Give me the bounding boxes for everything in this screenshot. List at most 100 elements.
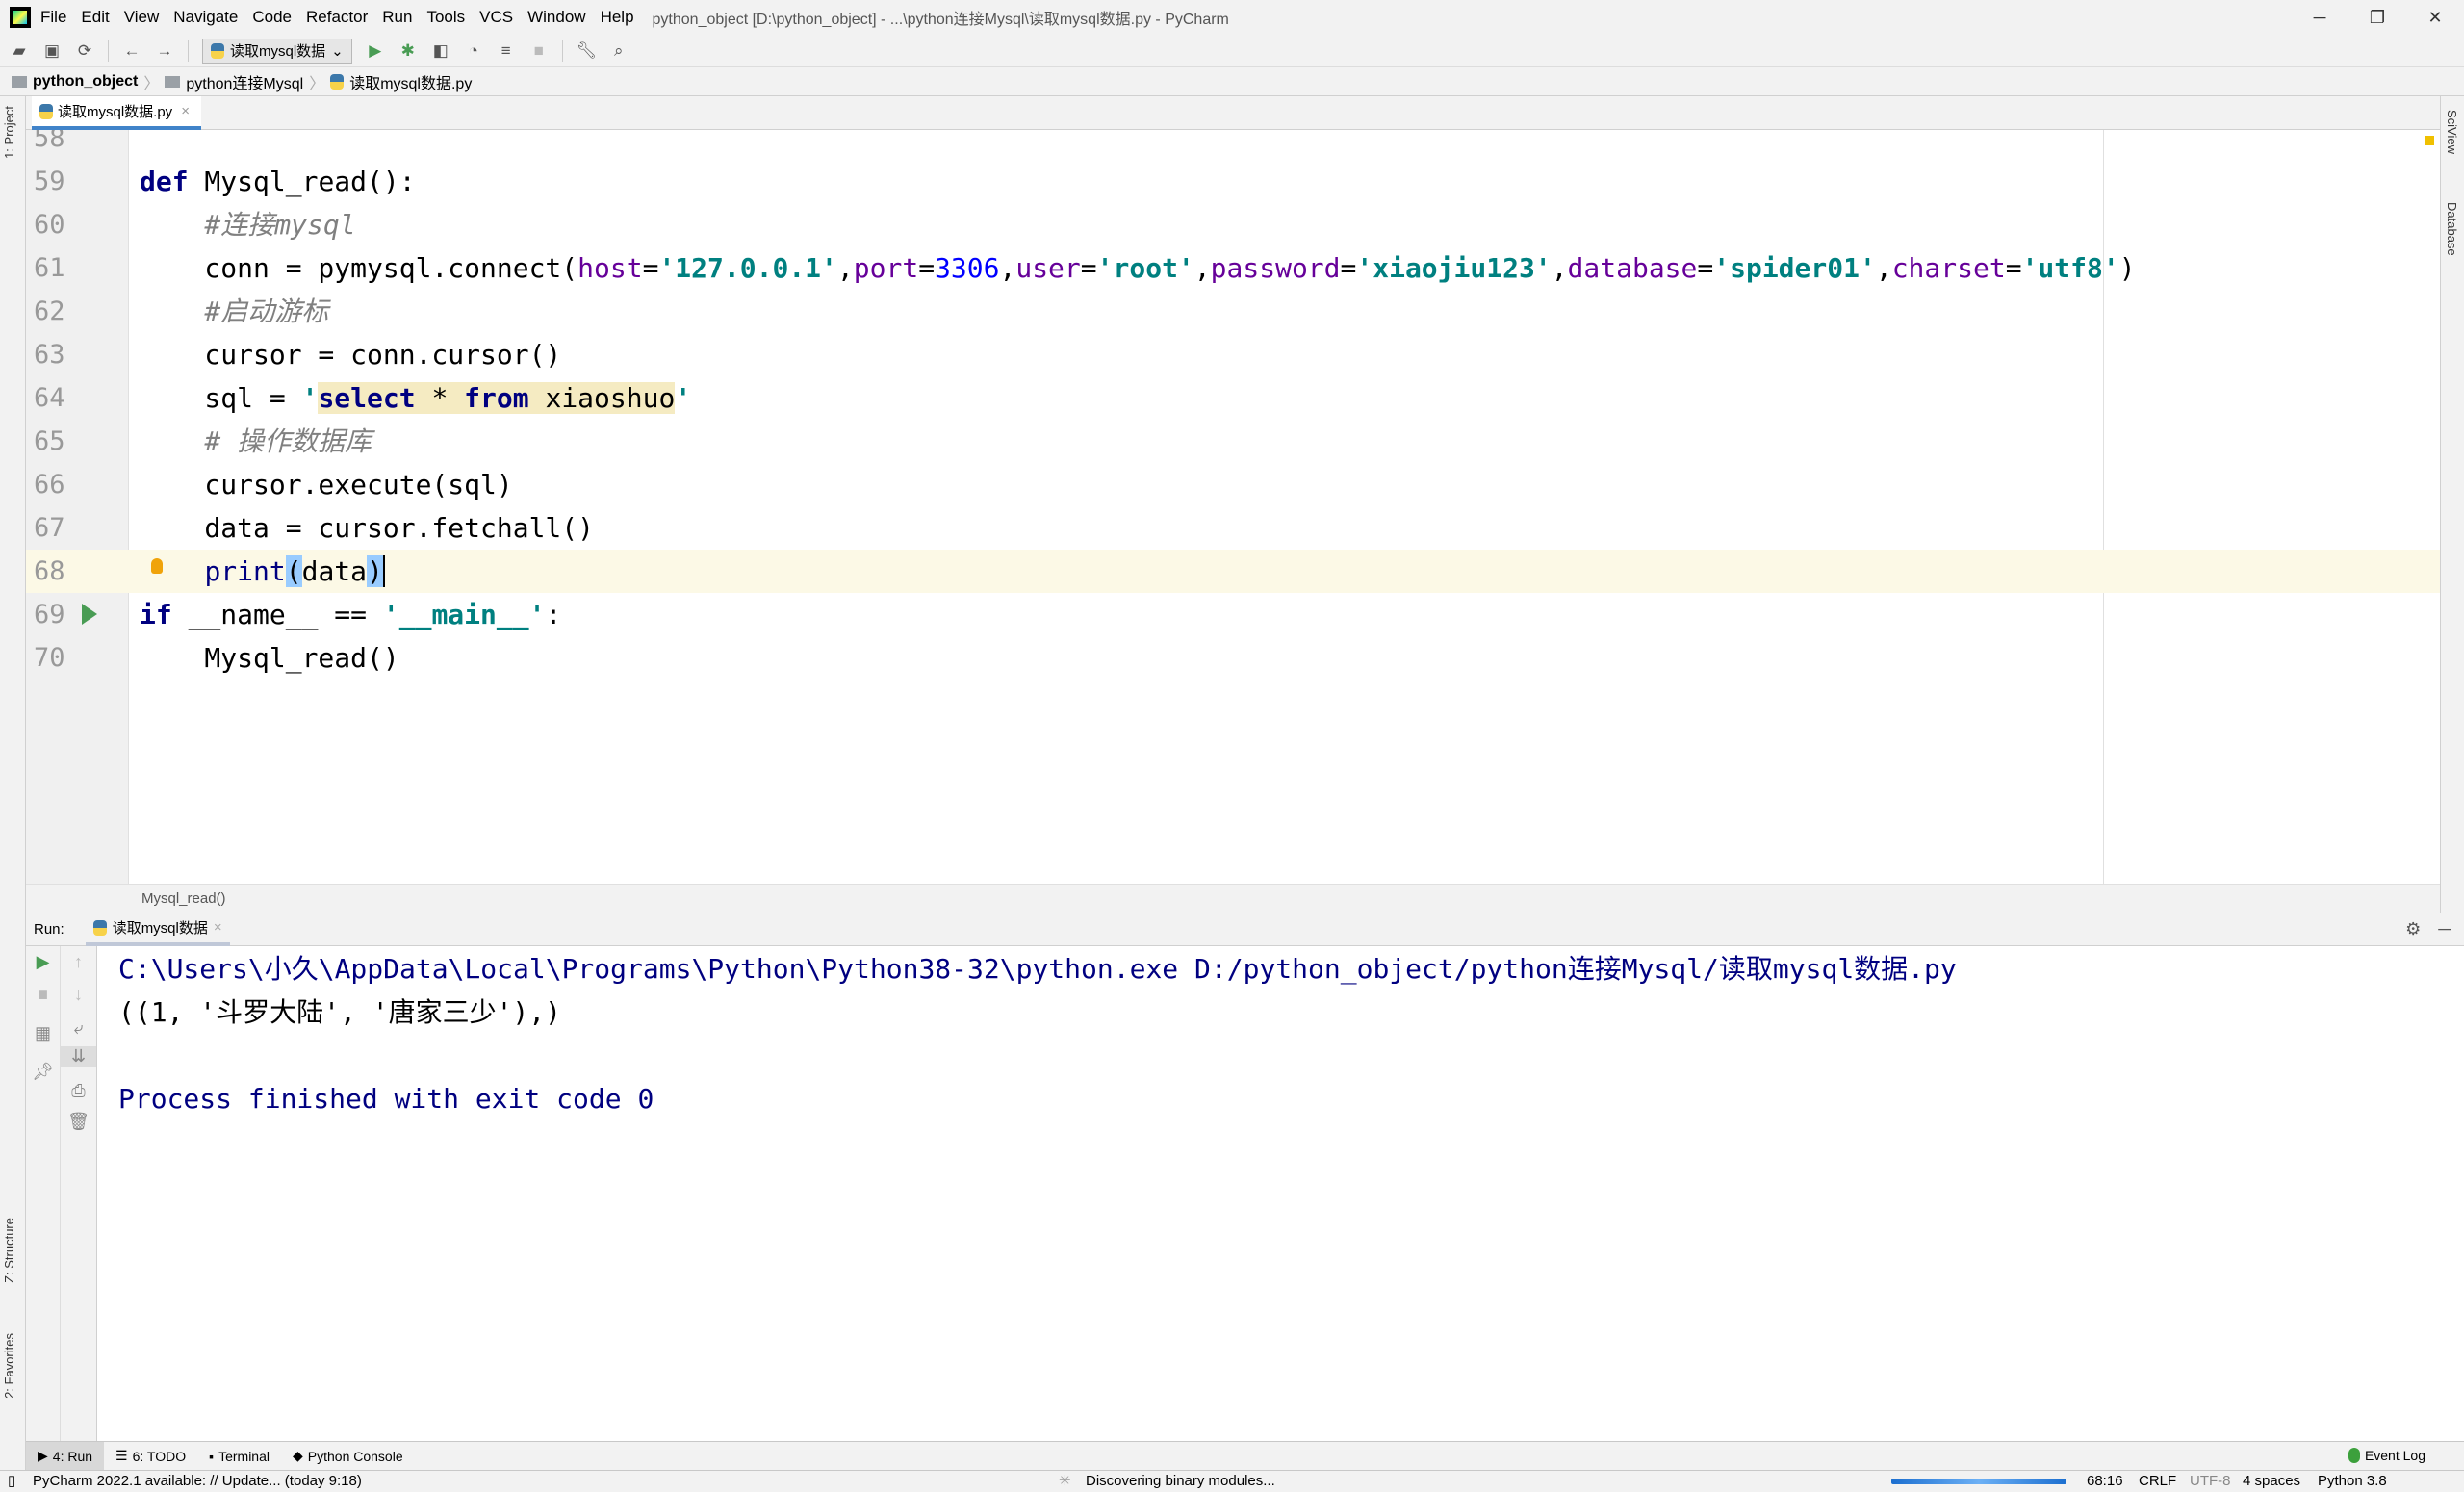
menu-vcs[interactable]: VCS — [479, 8, 513, 27]
forward-icon[interactable]: → — [155, 41, 174, 61]
code-breadcrumb[interactable]: Mysql_read() — [26, 884, 2440, 913]
run-header: Run: 读取mysql数据 × ⚙ ─ — [26, 913, 2464, 946]
menu-view[interactable]: View — [124, 8, 160, 27]
tab-file[interactable]: 读取mysql数据.py × — [32, 96, 201, 130]
menu-window[interactable]: Window — [527, 8, 585, 27]
run-coverage-icon[interactable]: ◧ — [431, 41, 450, 61]
settings-wrench-icon[interactable]: 🔧︎ — [577, 41, 598, 61]
line-separator[interactable]: CRLF — [2139, 1471, 2176, 1492]
debug-icon[interactable]: ✱ — [398, 41, 418, 61]
console-command-line: C:\Users\小久\AppData\Local\Programs\Pytho… — [118, 953, 1957, 985]
code-line[interactable]: 67 data = cursor.fetchall() — [26, 506, 2440, 550]
menu-file[interactable]: File — [40, 8, 66, 27]
restore-button[interactable]: ❐ — [2348, 0, 2406, 35]
trash-icon[interactable]: 🗑︎ — [61, 1112, 96, 1132]
menu-tools[interactable]: Tools — [426, 8, 465, 27]
console-output[interactable]: C:\Users\小久\AppData\Local\Programs\Pytho… — [97, 946, 2464, 1441]
layout-icon[interactable]: ▦ — [26, 1023, 60, 1043]
code-line[interactable]: 69 if __name__ == '__main__': — [26, 593, 2440, 636]
code-line[interactable]: 70 Mysql_read() — [26, 636, 2440, 680]
indent-setting[interactable]: 4 spaces — [2243, 1471, 2300, 1492]
rerun-icon[interactable]: ▶ — [26, 952, 60, 972]
python-file-icon — [92, 919, 107, 936]
interpreter[interactable]: Python 3.8 — [2318, 1471, 2387, 1492]
code-line[interactable]: 60 #连接mysql — [26, 203, 2440, 246]
code-line[interactable]: 65 # 操作数据库 — [26, 420, 2440, 463]
database-tool-button[interactable]: Database — [2445, 202, 2459, 256]
menu-bar: File Edit View Navigate Code Refactor Ru… — [0, 0, 2464, 35]
breadcrumb-project[interactable]: python_object — [33, 73, 138, 90]
run-tab-label: 读取mysql数据 — [112, 920, 208, 937]
folder-icon — [12, 75, 27, 88]
breadcrumb-file[interactable]: 读取mysql数据.py — [349, 70, 472, 93]
gear-icon[interactable]: ⚙ — [2405, 919, 2421, 939]
update-notice[interactable]: PyCharm 2022.1 available: // Update... (… — [33, 1471, 362, 1492]
code-token: __name__ == — [171, 599, 383, 630]
sync-icon[interactable]: ⟳ — [75, 41, 94, 61]
up-arrow-icon[interactable]: ↑ — [61, 952, 96, 972]
scroll-to-end-icon[interactable]: ⇊ — [61, 1046, 96, 1067]
open-folder-icon[interactable]: ▰ — [10, 41, 29, 61]
menu-help[interactable]: Help — [601, 8, 634, 27]
code-token: Mysql_read(): — [188, 166, 416, 197]
search-icon[interactable]: ⌕ — [609, 41, 629, 61]
menu-code[interactable]: Code — [252, 8, 292, 27]
run-tab[interactable]: 读取mysql数据 × — [85, 913, 230, 946]
hide-icon[interactable]: ─ — [2438, 919, 2451, 939]
pin-icon[interactable]: 📌︎ — [26, 1062, 60, 1082]
code-line[interactable]: 63 cursor = conn.cursor() — [26, 333, 2440, 376]
menu-refactor[interactable]: Refactor — [306, 8, 368, 27]
print-icon[interactable]: ⎙ — [61, 1081, 96, 1101]
line-number: 63 — [34, 340, 65, 370]
status-panel-icon[interactable]: ▯ — [8, 1471, 15, 1492]
file-encoding[interactable]: UTF-8 — [2190, 1471, 2231, 1492]
code-line[interactable]: 58 — [26, 130, 2440, 160]
code-line[interactable]: 64 sql = 'select * from xiaoshuo' — [26, 376, 2440, 420]
close-button[interactable]: ✕ — [2406, 0, 2464, 35]
down-arrow-icon[interactable]: ↓ — [61, 985, 96, 1005]
python-file-icon — [211, 42, 224, 59]
minimize-button[interactable]: ─ — [2291, 0, 2348, 35]
run-tool-button[interactable]: ▶ 4: Run — [26, 1441, 105, 1471]
python-console-tool-button[interactable]: ◆ Python Console — [281, 1442, 415, 1471]
warning-marker-icon[interactable] — [2425, 136, 2434, 145]
favorites-tool-button[interactable]: 2: Favorites — [2, 1333, 16, 1399]
code-token: cursor = conn.cursor() — [140, 339, 562, 371]
close-tab-icon[interactable]: × — [181, 103, 190, 119]
todo-tool-button[interactable]: ☰ 6: TODO — [104, 1442, 197, 1471]
terminal-tool-button[interactable]: ▪ Terminal — [197, 1442, 281, 1471]
code-text: cursor = conn.cursor() — [140, 333, 561, 376]
code-line[interactable]: 68 print(data) — [26, 550, 2440, 593]
structure-tool-button[interactable]: Z: Structure — [2, 1218, 16, 1283]
code-token: 3306 — [935, 252, 1000, 284]
chevron-right-icon: 〉 — [309, 75, 325, 92]
tab-label: 读取mysql数据.py — [58, 104, 173, 120]
sciview-tool-button[interactable]: SciView — [2445, 110, 2459, 154]
back-icon[interactable]: ← — [122, 41, 141, 61]
run-config-select[interactable]: 读取mysql数据 ⌄ — [202, 38, 352, 64]
run-config-label: 读取mysql数据 — [230, 43, 326, 60]
soft-wrap-icon[interactable]: ⤶ — [61, 1018, 96, 1039]
code-line[interactable]: 66 cursor.execute(sql) — [26, 463, 2440, 506]
concurrency-icon[interactable]: ≡ — [497, 41, 516, 61]
profile-icon[interactable]: ◔ — [464, 41, 483, 61]
run-icon[interactable]: ▶ — [366, 41, 385, 61]
save-icon[interactable]: ▣ — [42, 41, 62, 61]
terminal-tool-label: Terminal — [218, 1448, 270, 1464]
menu-navigate[interactable]: Navigate — [173, 8, 238, 27]
menu-edit[interactable]: Edit — [81, 8, 109, 27]
background-task[interactable]: Discovering binary modules... — [1086, 1471, 1275, 1492]
breadcrumb-folder[interactable]: python连接Mysql — [186, 70, 303, 93]
close-tab-icon[interactable]: × — [214, 919, 222, 936]
stop-icon[interactable]: ■ — [26, 985, 60, 1005]
code-line[interactable]: 61 conn = pymysql.connect(host='127.0.0.… — [26, 246, 2440, 290]
event-log-button[interactable]: Event Log — [2348, 1448, 2426, 1463]
stop-icon[interactable]: ■ — [529, 41, 549, 61]
project-tool-button[interactable]: 1: Project — [2, 106, 16, 159]
run-gutter-icon[interactable] — [82, 604, 97, 625]
caret-position[interactable]: 68:16 — [2087, 1471, 2123, 1492]
code-line[interactable]: 62 #启动游标 — [26, 290, 2440, 333]
menu-run[interactable]: Run — [382, 8, 412, 27]
code-editor[interactable]: 58 59 def Mysql_read(): 60 #连接mysql 61 conn … — [26, 130, 2440, 884]
code-line[interactable]: 59 def Mysql_read(): — [26, 160, 2440, 203]
